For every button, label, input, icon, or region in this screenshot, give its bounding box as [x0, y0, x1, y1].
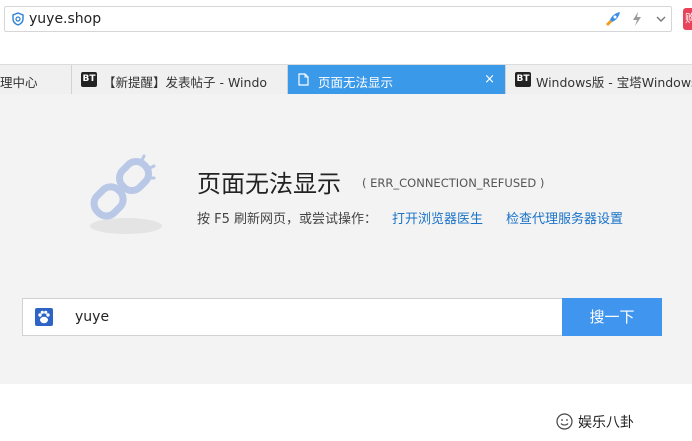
error-hint: 按 F5 刷新网页，或尝试操作： — [197, 212, 378, 227]
paw-icon — [35, 308, 53, 326]
bt-icon: BT — [515, 72, 531, 87]
address-bar: yuye.shop 购 — [0, 0, 692, 38]
tab-windows-bt[interactable]: BT Windows版 - 宝塔Windows — [506, 65, 692, 94]
proxy-settings-link[interactable]: 检查代理服务器设置 — [506, 208, 623, 227]
rocket-icon[interactable] — [603, 11, 621, 27]
corner-badge[interactable]: 购 — [683, 8, 692, 30]
error-title: 页面无法显示 — [197, 170, 341, 198]
tab-forum-post[interactable]: BT 【新提醒】发表帖子 - Windo — [72, 65, 288, 94]
tab-label: 理中心 — [0, 75, 38, 90]
entertainment-link[interactable]: 娱乐八卦 — [578, 412, 634, 432]
search-box — [22, 298, 564, 336]
tab-manage-center[interactable]: 理中心 — [0, 65, 72, 94]
tab-label: 【新提醒】发表帖子 - Windo — [103, 75, 268, 90]
url-field[interactable]: yuye.shop — [4, 6, 672, 32]
error-page: 页面无法显示 ( ERR_CONNECTION_REFUSED ) 按 F5 刷… — [0, 94, 692, 384]
shield-icon — [12, 12, 24, 26]
chevron-down-icon[interactable] — [655, 13, 667, 25]
error-code: ( ERR_CONNECTION_REFUSED ) — [362, 176, 545, 190]
bt-icon: BT — [81, 72, 97, 87]
search-input[interactable] — [75, 299, 555, 335]
tab-page-error[interactable]: 页面无法显示 × — [288, 65, 506, 94]
lightning-icon[interactable] — [631, 11, 643, 27]
broken-link-icon — [90, 154, 162, 234]
smile-icon — [556, 413, 573, 430]
tab-strip: 理中心 BT 【新提醒】发表帖子 - Windo 页面无法显示 × BT Win… — [0, 64, 692, 94]
close-icon[interactable]: × — [484, 72, 495, 87]
search-button[interactable]: 搜一下 — [562, 298, 662, 336]
url-text[interactable]: yuye.shop — [29, 11, 101, 27]
tab-label: Windows版 - 宝塔Windows — [536, 75, 692, 90]
page-icon — [298, 73, 309, 86]
browser-doctor-link[interactable]: 打开浏览器医生 — [392, 208, 483, 227]
tab-label: 页面无法显示 — [318, 75, 394, 90]
